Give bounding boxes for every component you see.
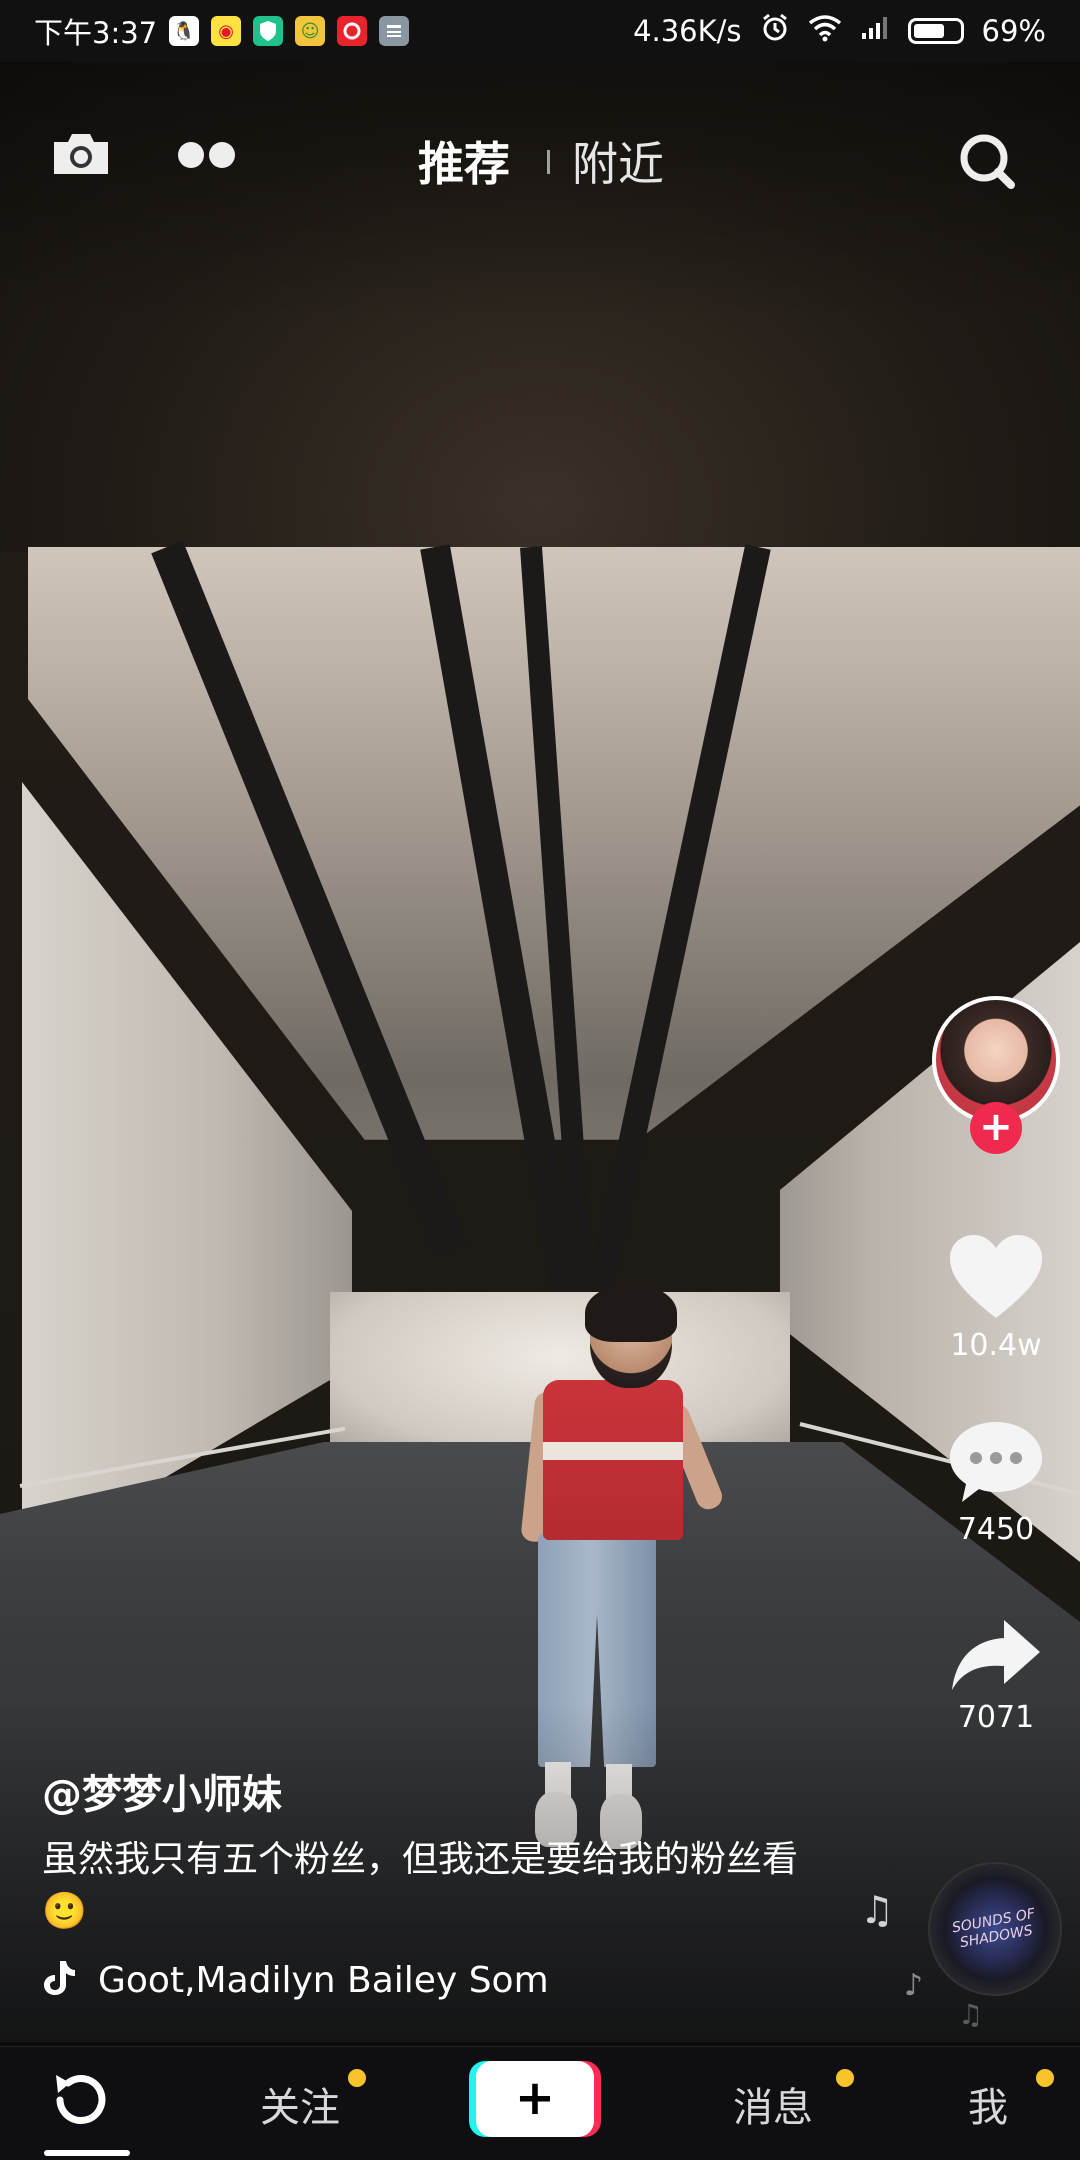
nav-following[interactable]: 关注 (260, 2075, 340, 2133)
share-button[interactable]: 7071 (928, 1616, 1064, 1735)
comment-count: 7450 (957, 1512, 1035, 1547)
status-bar: 下午3:37 🐧 ◉ ☺ 4.36K/s 69% (0, 0, 1080, 62)
like-count: 10.4w (950, 1328, 1042, 1363)
following-badge-dot (348, 2069, 366, 2087)
action-rail: + 10.4w 7450 7071 (928, 0, 1064, 2000)
tab-recommend[interactable]: 推荐 (418, 128, 510, 194)
game-icon: ☺ (295, 16, 326, 46)
like-button[interactable]: 10.4w (928, 1232, 1064, 1363)
me-badge-dot (1036, 2069, 1054, 2087)
active-tab-indicator (44, 2150, 130, 2156)
floating-note-icon: ♪ (904, 1968, 924, 2003)
comment-button[interactable]: 7450 (928, 1418, 1064, 1547)
disc-label: SOUNDS OF SHADOWS (950, 1905, 1037, 1952)
heart-icon (946, 1235, 1046, 1326)
app-screen: 下午3:37 🐧 ◉ ☺ 4.36K/s 69% 推荐 附近 + 10.4w 7… (0, 0, 1080, 2160)
shield-icon (253, 16, 284, 46)
floating-note-icon: ♫ (958, 1998, 984, 2031)
messages-badge-dot (836, 2069, 854, 2087)
tab-nearby[interactable]: 附近 (572, 128, 664, 194)
tiktok-note-icon (42, 1959, 76, 2001)
signal-icon (860, 14, 890, 48)
wifi-icon (808, 14, 842, 49)
network-speed: 4.36K/s (633, 14, 742, 48)
share-arrow-icon (948, 1620, 1044, 1698)
nav-messages[interactable]: 消息 (733, 2075, 813, 2133)
tab-divider (547, 150, 550, 174)
camera-icon[interactable] (50, 130, 112, 182)
caption-text: 虽然我只有五个粉丝，但我还是要给我的粉丝看 (42, 1839, 799, 1880)
music-info[interactable]: Goot,Madilyn Bailey Som (42, 1956, 562, 2004)
alarm-icon (760, 13, 790, 50)
follow-button[interactable]: + (970, 1102, 1022, 1154)
calculator-icon (379, 16, 410, 46)
top-nav: 推荐 附近 (0, 110, 1080, 200)
create-video-button[interactable]: + (476, 2061, 594, 2137)
music-disc[interactable]: SOUNDS OF SHADOWS (928, 1862, 1062, 1996)
share-count: 7071 (957, 1700, 1035, 1735)
status-time: 下午3:37 (34, 16, 158, 50)
floating-note-icon: ♫ (860, 1888, 895, 1932)
weibo-icon: ◉ (211, 16, 242, 46)
video-caption: 虽然我只有五个粉丝，但我还是要给我的粉丝看 🙂 (42, 1834, 802, 1938)
person-shirt (543, 1380, 683, 1540)
comment-bubble-icon (946, 1422, 1046, 1510)
person-hair (585, 1284, 677, 1342)
music-title: Goot,Madilyn Bailey Som (98, 1959, 549, 2001)
nav-me[interactable]: 我 (968, 2075, 1008, 2133)
bottom-nav: 关注 + 消息 我 (0, 2046, 1080, 2160)
refresh-icon[interactable] (48, 2067, 114, 2143)
author-name[interactable]: @梦梦小师妹 (42, 1762, 282, 1820)
duet-dots-icon[interactable] (176, 140, 240, 174)
smile-emoji: 🙂 (42, 1891, 87, 1932)
netease-music-icon (337, 16, 368, 46)
qq-icon: 🐧 (169, 16, 200, 46)
